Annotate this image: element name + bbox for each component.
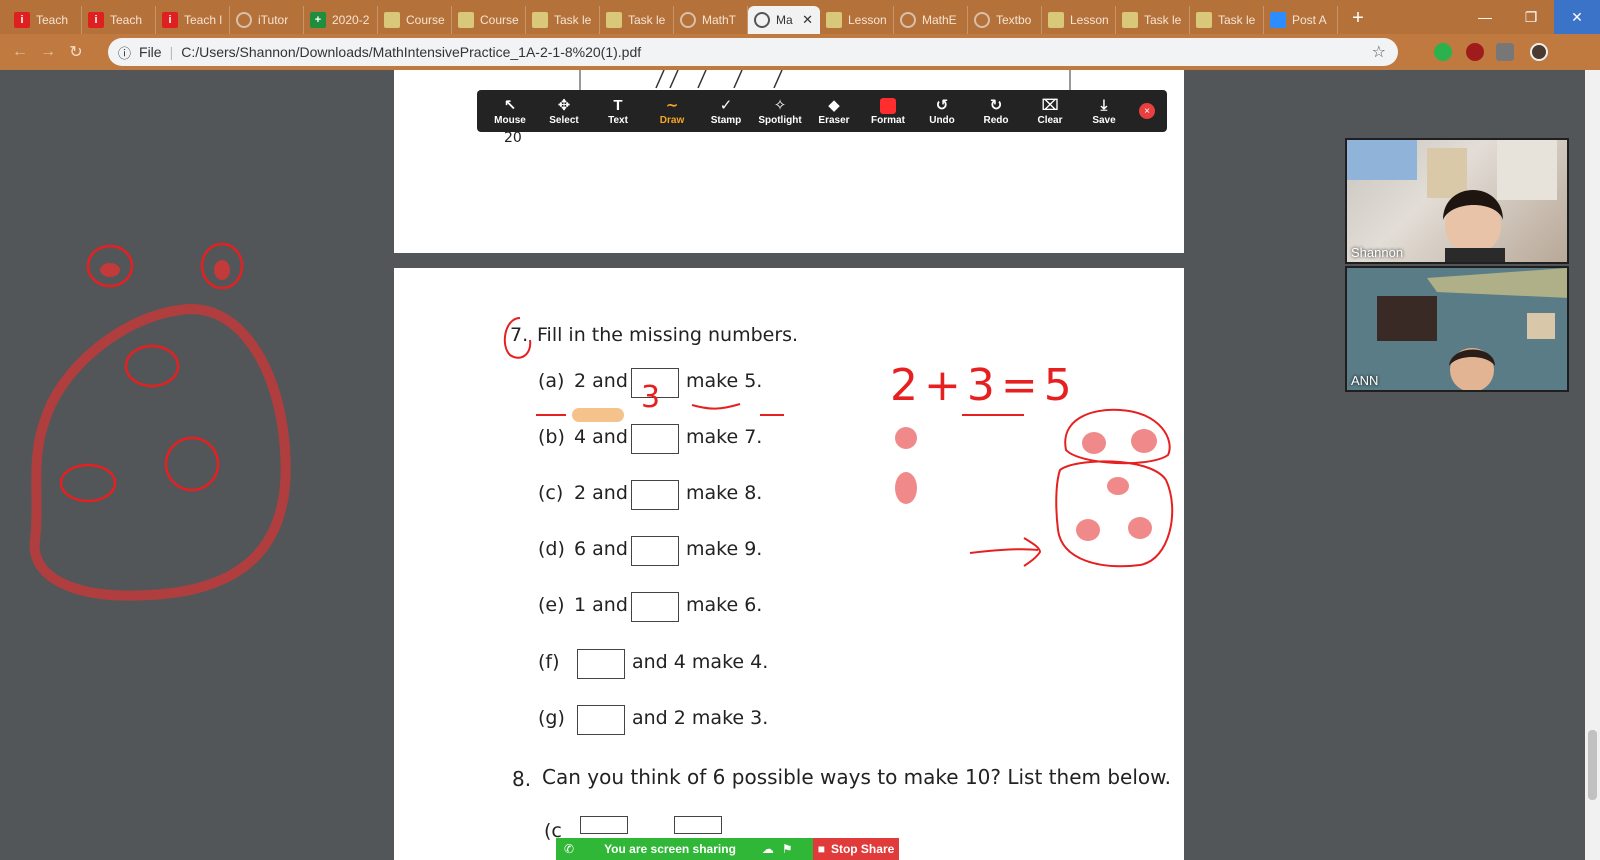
- ink-circle: [59, 463, 117, 503]
- ink-equation: 2+3=5: [890, 360, 1078, 411]
- ink-dot: [895, 427, 917, 449]
- screen-share-bar: ✆ You are screen sharing ☁ ⚑ ■ Stop Shar…: [556, 838, 899, 860]
- cloud-icon: ☁: [761, 842, 774, 856]
- ink-circle: [124, 344, 180, 388]
- vertical-scrollbar[interactable]: [1585, 70, 1600, 860]
- video-panel-shannon[interactable]: Shannon: [1345, 138, 1569, 264]
- ink-dot: [1128, 517, 1152, 539]
- sharing-status[interactable]: ✆ You are screen sharing ☁ ⚑: [556, 838, 813, 860]
- video-feed-ann: [1347, 268, 1567, 390]
- ink-circle-7: [503, 317, 532, 359]
- ink-annotations: 3 2+3=5: [29, 242, 1174, 601]
- ink-arrow: [969, 537, 1042, 567]
- sharing-status-text: You are screen sharing: [604, 842, 736, 856]
- ink-ladybug-body: [1055, 460, 1174, 568]
- ink-dot: [1082, 432, 1106, 454]
- participant-name: Shannon: [1351, 245, 1404, 260]
- highlight-mark: [572, 408, 624, 422]
- ink-dot: [214, 260, 230, 280]
- ink-circle: [164, 436, 220, 492]
- ink-dot: [895, 472, 917, 504]
- stop-share-button[interactable]: ■ Stop Share: [813, 838, 899, 860]
- phone-icon: ✆: [564, 842, 575, 856]
- ink-answer-3: 3: [641, 380, 660, 415]
- stop-share-label: Stop Share: [830, 842, 895, 856]
- ink-dot: [1107, 477, 1129, 495]
- video-panel-ann[interactable]: ANN: [1345, 266, 1569, 392]
- stop-square-icon: ■: [817, 842, 825, 856]
- scrollbar-thumb[interactable]: [1588, 730, 1597, 800]
- ink-blob-outline: [29, 304, 291, 601]
- participant-name: ANN: [1351, 373, 1379, 388]
- ink-dot: [1131, 429, 1157, 453]
- ink-dot: [1076, 519, 1100, 541]
- shield-icon: ⚑: [781, 842, 793, 856]
- ink-dot: [100, 263, 120, 277]
